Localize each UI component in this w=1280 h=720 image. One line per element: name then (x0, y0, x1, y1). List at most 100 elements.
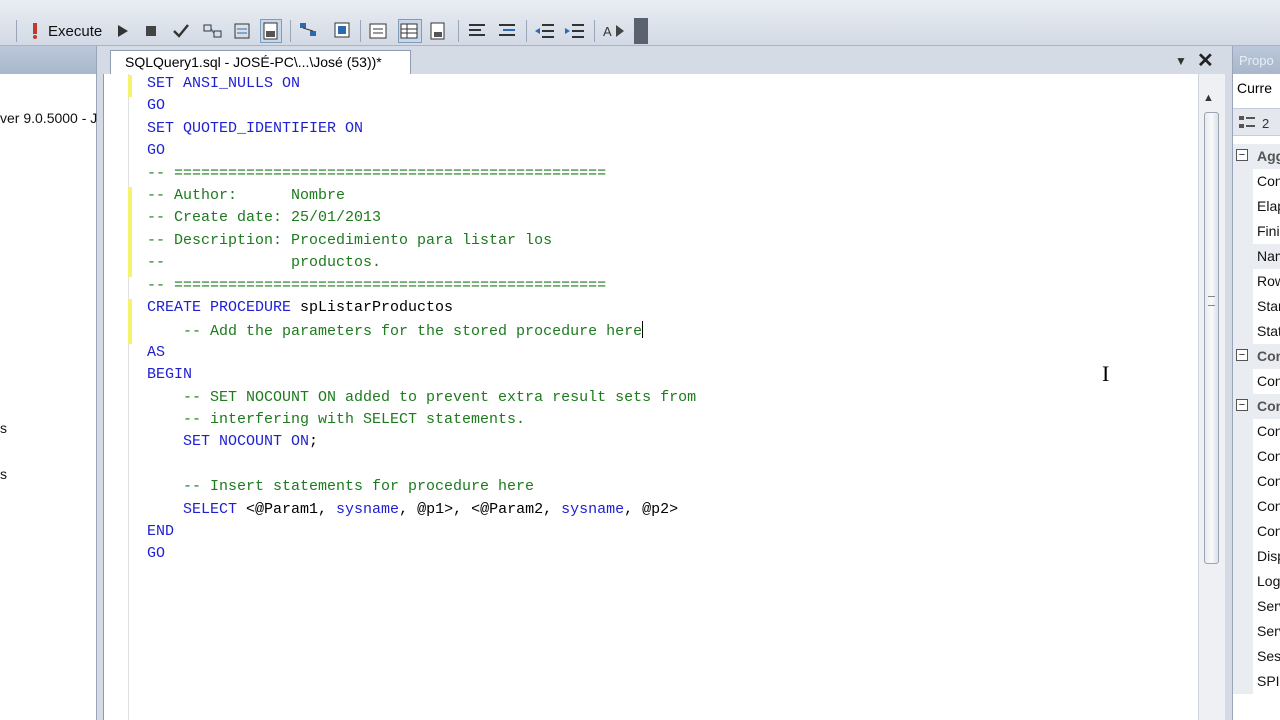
property-category[interactable]: −Con (1233, 344, 1280, 369)
warning-icon[interactable] (24, 19, 46, 43)
code-line[interactable]: -- Insert statements for procedure here (147, 478, 534, 500)
comment-icon[interactable] (466, 19, 488, 43)
code-line[interactable]: GO (147, 545, 165, 567)
object-explorer-panel: ver 9.0.5000 - J s s (0, 46, 97, 720)
text-cursor-icon: I (1102, 361, 1110, 386)
vertical-scrollbar[interactable]: ▲ (1198, 74, 1225, 720)
parse-check-icon[interactable] (170, 19, 192, 43)
stats-icon[interactable] (332, 19, 354, 43)
code-keyword: SET ANSI_NULLS ON (147, 75, 301, 92)
property-row[interactable]: Row (1233, 269, 1280, 294)
property-row[interactable]: SPII (1233, 669, 1280, 694)
property-row[interactable]: Con (1233, 419, 1280, 444)
code-line[interactable]: -- Description: Procedimiento para lista… (147, 232, 552, 254)
tab-sqlquery1[interactable]: SQLQuery1.sql - JOSÉ-PC\...\José (53))* (110, 50, 411, 74)
property-row[interactable]: Con (1233, 444, 1280, 469)
code-line[interactable]: -- =====================================… (147, 277, 606, 299)
property-row[interactable]: Sess (1233, 644, 1280, 669)
code-comment: -- Insert statements for procedure here (147, 478, 535, 496)
results-to-text-icon[interactable] (368, 19, 390, 43)
property-row[interactable]: Nam (1233, 244, 1280, 269)
property-row[interactable]: Con (1233, 469, 1280, 494)
increase-indent-icon[interactable] (564, 19, 586, 43)
code-line[interactable]: AS (147, 344, 165, 366)
code-comment: -- Create date: 25/01/2013 (147, 209, 382, 227)
property-category[interactable]: −Con (1233, 394, 1280, 419)
property-row-gutter (1233, 494, 1253, 519)
code-line[interactable]: BEGIN (147, 366, 192, 388)
toolbar-overflow-icon[interactable] (634, 18, 648, 44)
code-line[interactable]: SET ANSI_NULLS ON (147, 75, 300, 97)
stop-icon[interactable] (140, 19, 162, 43)
results-to-file-icon[interactable] (428, 19, 450, 43)
collapse-icon[interactable]: − (1236, 349, 1248, 361)
property-row[interactable]: Elap (1233, 194, 1280, 219)
code-keyword: GO (147, 142, 166, 160)
decrease-indent-icon[interactable] (534, 19, 556, 43)
code-line[interactable]: CREATE PROCEDURE spListarProductos (147, 299, 453, 321)
scroll-up-icon[interactable]: ▲ (1203, 92, 1214, 104)
tree-item-label[interactable]: s (0, 420, 7, 436)
query-designer-icon[interactable] (202, 19, 224, 43)
code-line[interactable]: -- Add the parameters for the stored pro… (147, 321, 644, 343)
close-icon[interactable]: ✕ (1197, 48, 1214, 73)
collapse-icon[interactable]: − (1236, 149, 1248, 161)
code-line[interactable]: SET NOCOUNT ON; (147, 433, 318, 455)
results-to-grid-button[interactable] (260, 19, 282, 43)
property-label: Stat (1257, 323, 1280, 339)
code-line[interactable]: -- productos. (147, 254, 381, 276)
code-line[interactable]: -- =====================================… (147, 165, 606, 187)
property-row[interactable]: Serv (1233, 594, 1280, 619)
chevron-down-icon[interactable]: ▼ (1175, 54, 1187, 68)
property-label: Sess (1257, 648, 1280, 664)
property-row-gutter (1233, 269, 1253, 294)
property-row[interactable]: Fini (1233, 219, 1280, 244)
property-label: Serv (1257, 623, 1280, 639)
code-line[interactable]: -- Create date: 25/01/2013 (147, 209, 381, 231)
uncomment-icon[interactable] (496, 19, 518, 43)
property-label: Con (1257, 423, 1280, 439)
server-node-label[interactable]: ver 9.0.5000 - J (0, 110, 97, 126)
property-row[interactable]: Disp (1233, 544, 1280, 569)
property-row[interactable]: Star (1233, 294, 1280, 319)
code-line[interactable]: GO (147, 142, 165, 164)
code-line[interactable]: -- SET NOCOUNT ON added to prevent extra… (147, 389, 696, 411)
sql-editor[interactable]: SET ANSI_NULLS ON GO SET QUOTED_IDENTIFIER… (103, 74, 1198, 720)
code-keyword: SELECT (147, 500, 247, 518)
code-line[interactable]: SET QUOTED_IDENTIFIER ON (147, 120, 363, 142)
code-line[interactable]: END (147, 523, 174, 545)
property-row[interactable]: Con (1233, 519, 1280, 544)
property-row-gutter (1233, 594, 1253, 619)
code-line[interactable]: SELECT <@Param1, sysname, @p1>, <@Param2… (147, 501, 678, 523)
categorized-icon[interactable] (1237, 113, 1257, 133)
change-marker (128, 187, 132, 277)
property-label: SPII (1257, 673, 1280, 689)
property-row[interactable]: Con (1233, 494, 1280, 519)
run-icon[interactable] (112, 19, 134, 43)
code-line[interactable]: -- Author: Nombre (147, 187, 345, 209)
execute-button[interactable]: Execute (48, 19, 102, 43)
property-row[interactable]: Serv (1233, 619, 1280, 644)
property-row[interactable]: Con (1233, 169, 1280, 194)
property-row-gutter (1233, 169, 1253, 194)
change-marker (128, 75, 132, 98)
code-line[interactable]: GO (147, 97, 165, 119)
scrollbar-thumb[interactable] (1204, 112, 1219, 564)
property-row[interactable]: Con (1233, 369, 1280, 394)
code-line[interactable]: -- interfering with SELECT statements. (147, 411, 525, 433)
panel-splitter[interactable] (1225, 46, 1232, 720)
collapse-icon[interactable]: − (1236, 399, 1248, 411)
properties-object-select[interactable]: Curre (1237, 80, 1280, 102)
specify-values-icon[interactable]: A (602, 19, 626, 43)
property-label: Serv (1257, 598, 1280, 614)
property-category[interactable]: −Agg (1233, 144, 1280, 169)
tree-item-label[interactable]: s (0, 466, 7, 482)
property-row-gutter (1233, 619, 1253, 644)
results-to-grid-icon[interactable] (398, 19, 422, 43)
toolbar-separator (16, 20, 17, 42)
property-row[interactable]: Logi (1233, 569, 1280, 594)
display-plan-icon[interactable] (232, 19, 254, 43)
property-row[interactable]: Stat (1233, 319, 1280, 344)
include-plan-icon[interactable] (298, 19, 320, 43)
alphabetical-icon[interactable]: 2 (1260, 113, 1280, 133)
